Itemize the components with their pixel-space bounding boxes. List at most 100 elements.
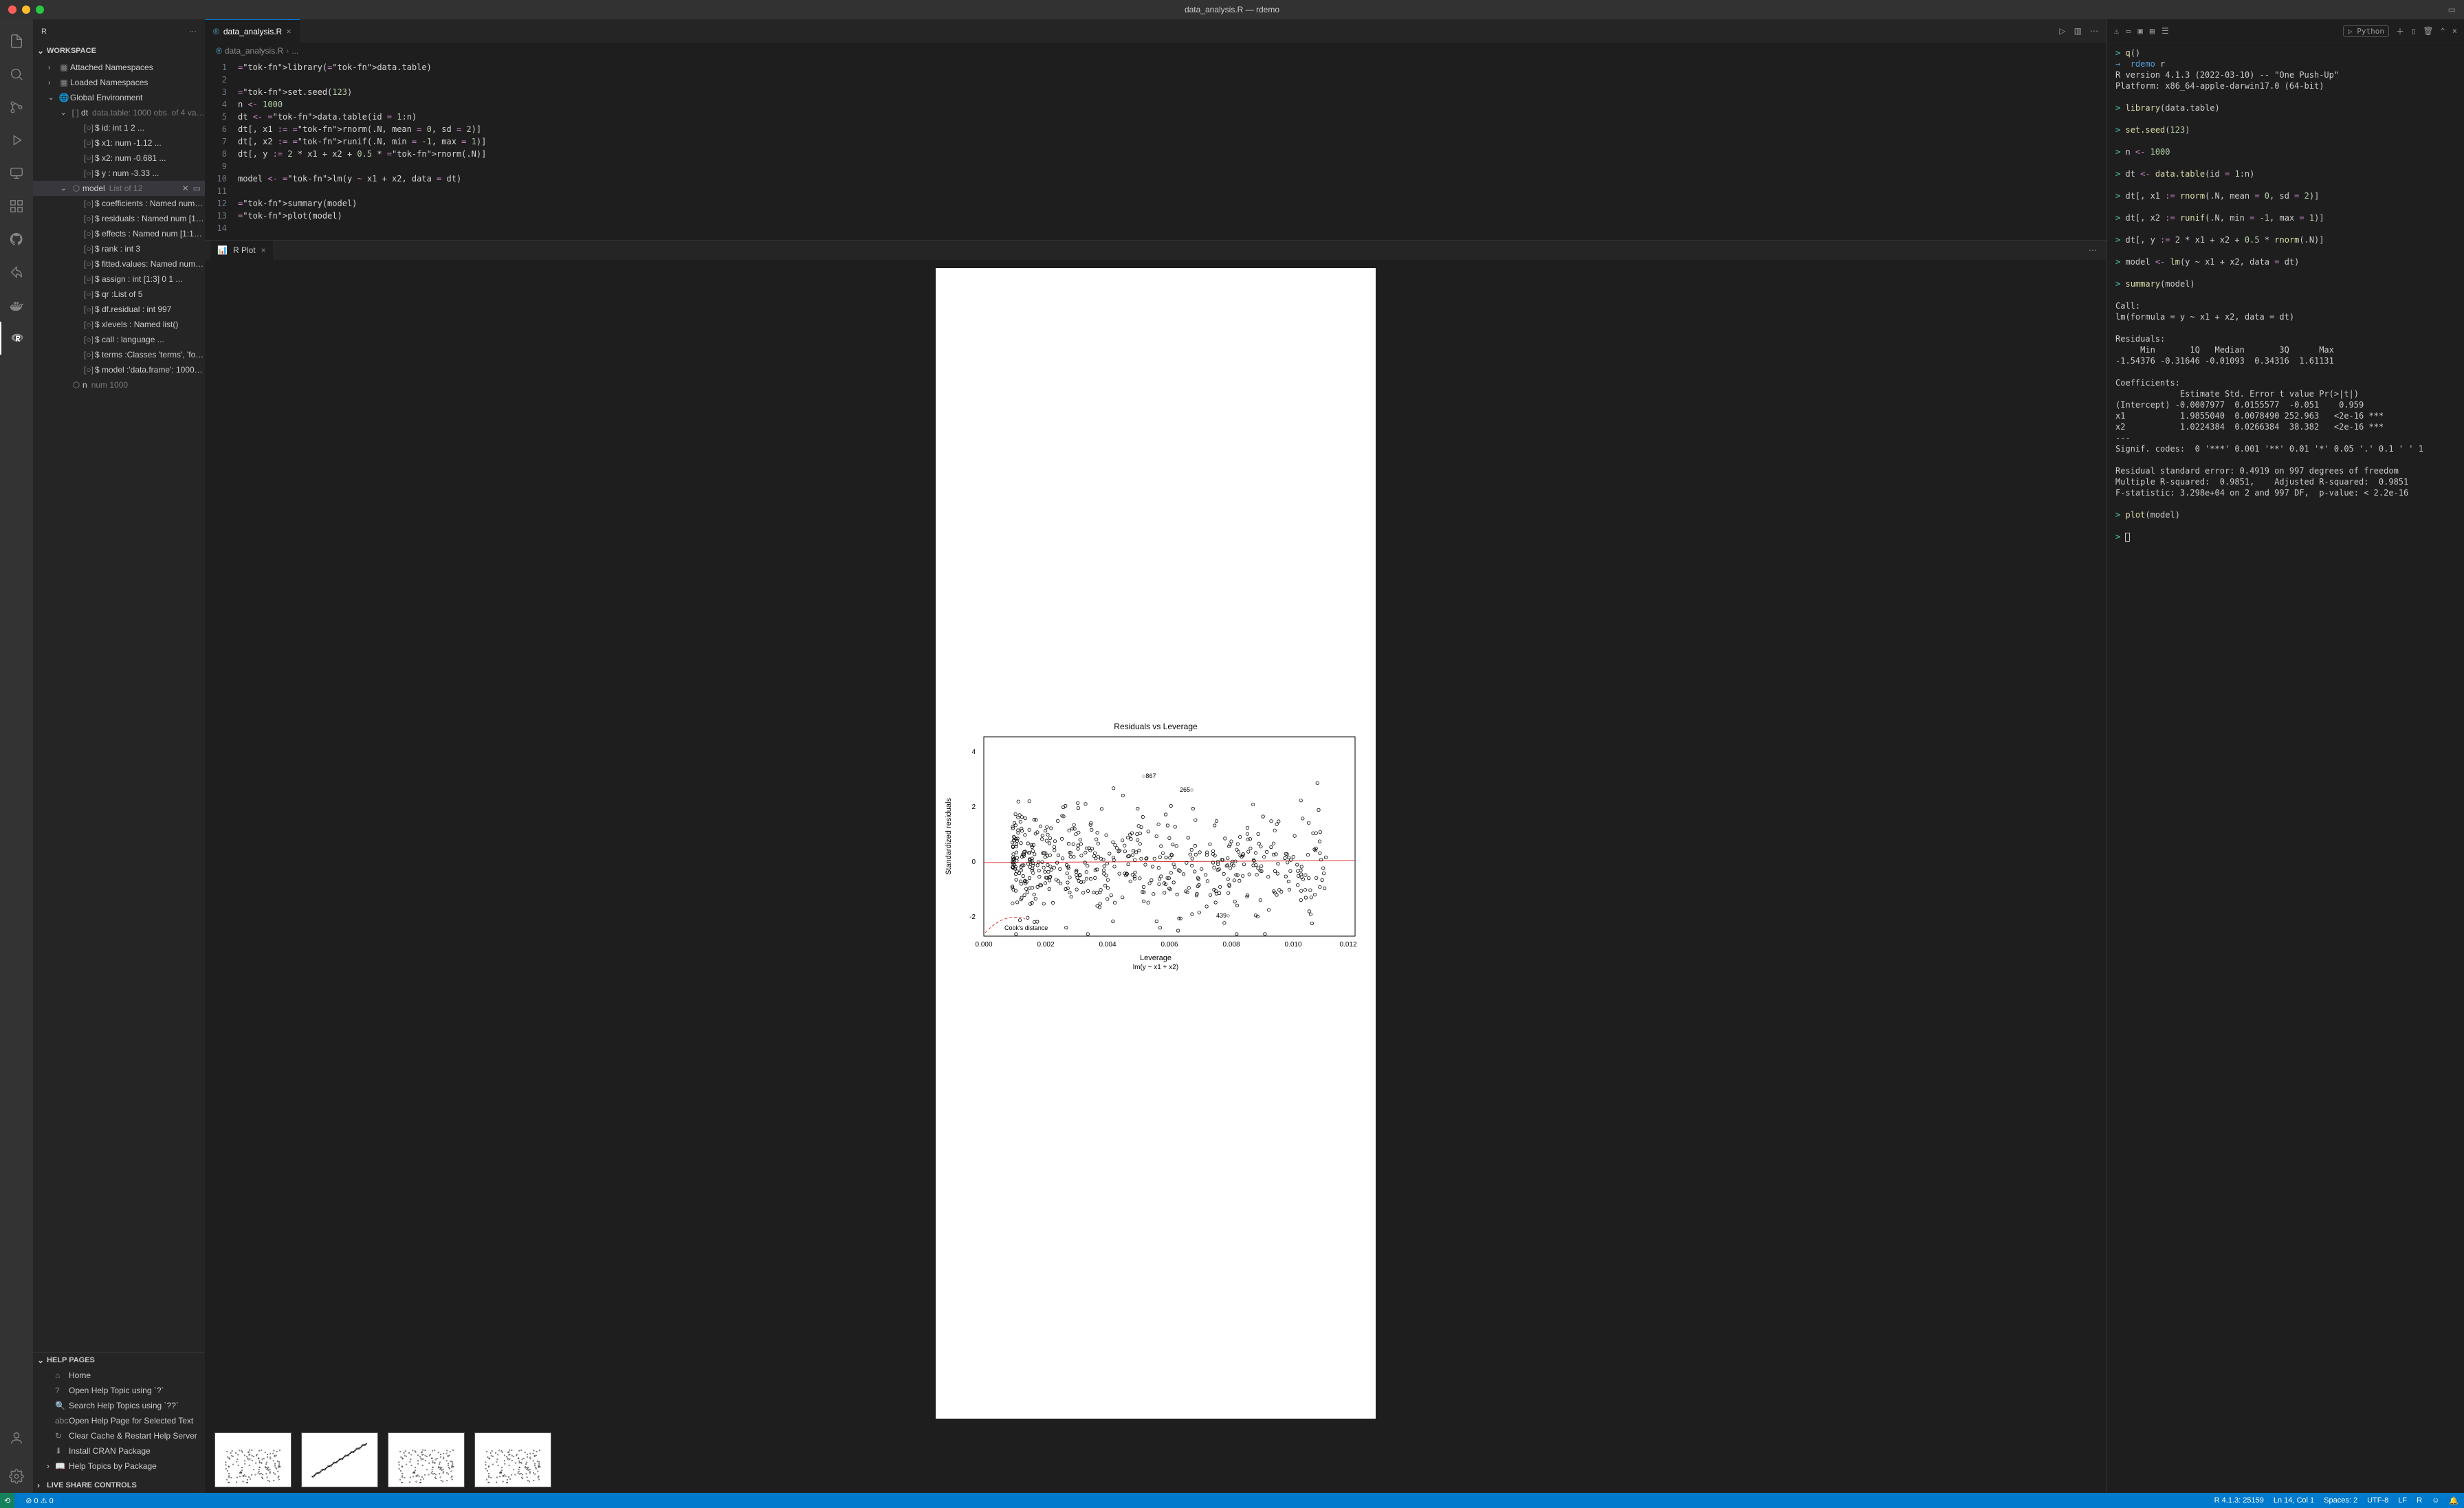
remote-indicator[interactable]: ⟲ [0,1493,14,1508]
var-field[interactable]: [○]$ qr :List of 5 [33,287,205,302]
var-field[interactable]: [○]$ x1: num -1.12 ... [33,135,205,151]
var-n[interactable]: ⬡ n num 1000 [33,377,205,392]
open-view-icon[interactable]: ▭ [193,184,201,193]
workspace-section-header[interactable]: ⌄ WORKSPACE [33,43,205,58]
kernel-picker[interactable]: ▷ Python [2343,25,2389,37]
feedback-icon[interactable]: ☺ [2432,1496,2439,1505]
extensions-icon[interactable] [0,190,33,223]
plot-tab[interactable]: 📊 R Plot × [210,241,273,260]
kill-terminal-icon[interactable]: 🗑 [2423,26,2433,36]
maximize-window[interactable] [36,5,44,14]
field-icon: [○] [82,214,95,223]
object-icon: ⬡ [70,184,82,193]
eol[interactable]: LF [2398,1496,2407,1505]
help-item[interactable]: ?Open Help Topic using `?` [33,1383,205,1398]
svg-text:2: 2 [971,803,976,811]
split-terminal-icon[interactable]: ▯ [2411,26,2416,36]
plot-more-icon[interactable]: ⋯ [2089,245,2101,255]
split-editor-icon[interactable]: ▥ [2074,26,2082,36]
source-control-icon[interactable] [0,91,33,124]
maximize-panel-icon[interactable]: ⌃ [2441,26,2445,36]
help-pages-header[interactable]: ⌄ HELP PAGES [33,1353,205,1368]
r-extension-icon[interactable] [0,322,33,355]
var-field[interactable]: [○]$ y : num -3.33 ... [33,166,205,181]
var-field[interactable]: [○]$ effects : Named num [1:1000] -... [33,226,205,241]
terminal-icon[interactable]: ▭ [2126,26,2131,36]
field-icon: [○] [82,350,95,359]
help-item[interactable]: 🔍Search Help Topics using `??` [33,1398,205,1413]
output-icon[interactable]: ▣ [2137,26,2142,36]
settings-gear-icon[interactable] [0,1460,33,1493]
editor-tab[interactable]: ® data_analysis.R × [205,19,300,43]
debug-console-icon[interactable]: ▤ [2150,26,2155,36]
account-icon[interactable] [0,1421,33,1454]
search-icon[interactable] [0,58,33,91]
table-icon: [ ] [69,108,81,118]
svg-text:0.002: 0.002 [1037,941,1054,949]
ports-icon[interactable]: ☰ [2162,26,2169,36]
var-field[interactable]: [○]$ coefficients : Named num [1:3]... [33,196,205,211]
docker-icon[interactable] [0,289,33,322]
indentation[interactable]: Spaces: 2 [2324,1496,2357,1505]
problems-indicator[interactable]: ⊘ 0 ⚠ 0 [25,1496,54,1505]
notifications-icon[interactable]: 🔔 [2449,1496,2458,1505]
sidebar-more-icon[interactable]: ⋯ [189,27,197,36]
explorer-icon[interactable] [0,25,33,58]
download-icon: ⬇ [55,1446,69,1456]
warning-icon[interactable]: ⚠ [2114,26,2119,36]
attached-namespaces[interactable]: › ▦ Attached Namespaces [33,60,205,75]
plot-thumbnail[interactable] [214,1432,292,1487]
remote-explorer-icon[interactable] [0,157,33,190]
svg-text:Standardized residuals: Standardized residuals [945,798,953,875]
plot-thumbnail[interactable] [474,1432,551,1487]
help-item[interactable]: abcOpen Help Page for Selected Text [33,1413,205,1428]
new-terminal-icon[interactable]: ＋ [2396,25,2404,37]
var-field[interactable]: [○]$ terms :Classes 'terms', 'formul... [33,347,205,362]
close-icon[interactable]: ✕ [182,184,189,193]
loaded-namespaces[interactable]: › ▦ Loaded Namespaces [33,75,205,90]
close-window[interactable] [8,5,16,14]
help-item[interactable]: ⬇Install CRAN Package [33,1443,205,1459]
editor-tabbar: ® data_analysis.R × ▷ ▥ ⋯ [205,19,2106,43]
code-editor[interactable]: 1234567891011121314 ="tok-fn">library(="… [205,58,2106,240]
global-environment[interactable]: ⌄ 🌐 Global Environment [33,90,205,105]
var-field[interactable]: [○]$ xlevels : Named list() [33,317,205,332]
book-icon: 📖 [55,1461,69,1471]
encoding[interactable]: UTF-8 [2367,1496,2388,1505]
var-model[interactable]: ⌄ ⬡ model List of 12 ✕ ▭ [33,181,205,196]
var-field[interactable]: [○]$ model :'data.frame': 1000 obs. ... [33,362,205,377]
svg-text:0.000: 0.000 [975,941,992,949]
r-status[interactable]: R 4.1.3: 25159 [2214,1496,2264,1505]
var-dt[interactable]: ⌄ [ ] dt data.table: 1000 obs. of 4 vari… [33,105,205,120]
terminal-panel: ⚠ ▭ ▣ ▤ ☰ ▷ Python ＋ ▯ 🗑 ⌃ × > q() → rde… [2106,19,2464,1493]
help-item[interactable]: ›📖Help Topics by Package [33,1459,205,1474]
breadcrumb[interactable]: ® data_analysis.R › ... [205,43,2106,58]
github-icon[interactable] [0,223,33,256]
run-file-icon[interactable]: ▷ [2059,26,2065,36]
editor-more-icon[interactable]: ⋯ [2090,26,2098,36]
svg-text:lm(y ~ x1 + x2): lm(y ~ x1 + x2) [1133,964,1178,971]
var-field[interactable]: [○]$ assign : int [1:3] 0 1 ... [33,271,205,287]
terminal-body[interactable]: > q() → rdemo r R version 4.1.3 (2022-03… [2107,43,2464,1493]
var-field[interactable]: [○]$ rank : int 3 [33,241,205,256]
plot-thumbnail[interactable] [388,1432,465,1487]
close-plot-icon[interactable]: × [261,245,266,255]
var-field[interactable]: [○]$ fitted.values: Named num [1:10... [33,256,205,271]
live-share-header[interactable]: › LIVE SHARE CONTROLS [33,1478,205,1493]
var-field[interactable]: [○]$ residuals : Named num [1:1000... [33,211,205,226]
var-field[interactable]: [○]$ call : language ... [33,332,205,347]
var-field[interactable]: [○]$ df.residual : int 997 [33,302,205,317]
run-debug-icon[interactable] [0,124,33,157]
var-field[interactable]: [○]$ id: int 1 2 ... [33,120,205,135]
help-item[interactable]: ⌂Home [33,1368,205,1383]
minimize-window[interactable] [22,5,30,14]
var-field[interactable]: [○]$ x2: num -0.681 ... [33,151,205,166]
plot-thumbnail[interactable] [301,1432,378,1487]
panel-layout-icon[interactable]: ▭ [2448,5,2456,14]
help-item[interactable]: ↻Clear Cache & Restart Help Server [33,1428,205,1443]
cursor-position[interactable]: Ln 14, Col 1 [2274,1496,2314,1505]
close-panel-icon[interactable]: × [2452,26,2457,36]
language-mode[interactable]: R [2417,1496,2422,1505]
close-tab-icon[interactable]: × [286,26,292,36]
share-icon[interactable] [0,256,33,289]
